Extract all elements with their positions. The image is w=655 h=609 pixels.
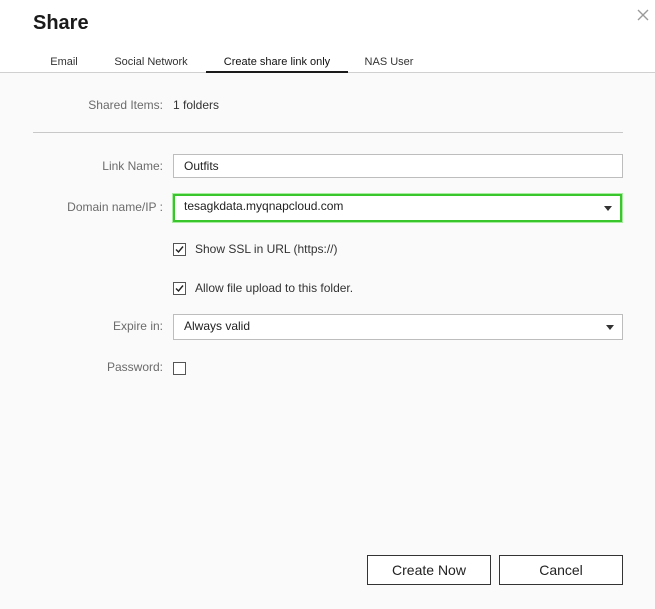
- cancel-button[interactable]: Cancel: [499, 555, 623, 585]
- password-checkbox[interactable]: [173, 362, 186, 375]
- shared-items-value: 1 folders: [173, 98, 220, 112]
- dialog-title: Share: [33, 12, 89, 34]
- expire-select-value: Always valid: [184, 319, 251, 333]
- tab-email[interactable]: Email: [40, 52, 88, 72]
- chevron-down-icon: [606, 325, 614, 330]
- checkmark-icon: [175, 246, 184, 254]
- close-button[interactable]: [636, 8, 650, 22]
- show-ssl-checkbox[interactable]: [173, 243, 186, 256]
- chevron-down-icon: [604, 206, 612, 211]
- allow-upload-label[interactable]: Allow file upload to this folder.: [195, 281, 353, 295]
- tab-nas-user[interactable]: NAS User: [356, 52, 422, 72]
- create-now-button[interactable]: Create Now: [367, 555, 491, 585]
- shared-items-label: Shared Items:: [88, 98, 163, 112]
- expire-select[interactable]: Always valid: [173, 314, 623, 340]
- domain-select[interactable]: tesagkdata.myqnapcloud.com: [173, 194, 622, 222]
- show-ssl-label[interactable]: Show SSL in URL (https://): [195, 242, 338, 256]
- expire-label: Expire in:: [112, 319, 163, 333]
- divider: [33, 132, 623, 133]
- link-name-input[interactable]: Outfits: [173, 154, 623, 178]
- allow-upload-checkbox[interactable]: [173, 282, 186, 295]
- domain-select-value: tesagkdata.myqnapcloud.com: [184, 199, 344, 213]
- checkmark-icon: [175, 285, 184, 293]
- share-dialog: Share Email Social Network Create share …: [0, 0, 655, 609]
- dialog-header: Share Email Social Network Create share …: [0, 0, 655, 73]
- tab-social-network[interactable]: Social Network: [104, 52, 198, 72]
- tab-create-share-link[interactable]: Create share link only: [206, 52, 348, 73]
- password-label: Password:: [106, 360, 163, 374]
- close-icon: [637, 9, 649, 21]
- link-name-label: Link Name:: [102, 159, 163, 173]
- domain-label: Domain name/IP :: [67, 200, 163, 214]
